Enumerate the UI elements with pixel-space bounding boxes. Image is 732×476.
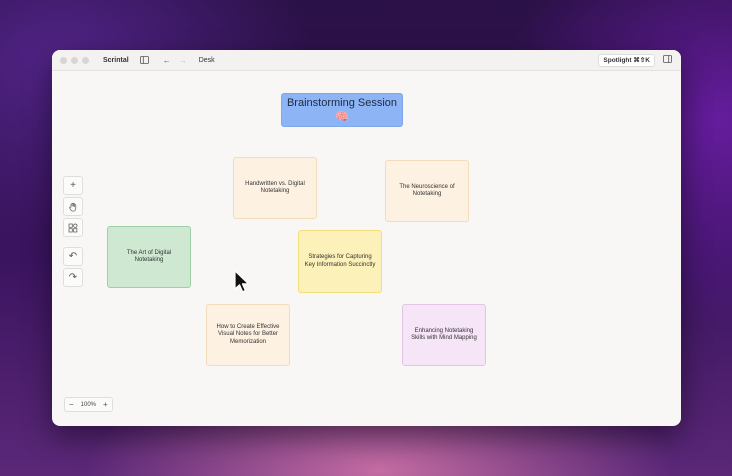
shapes-icon[interactable] <box>63 218 83 237</box>
canvas[interactable]: Brainstorming Session 🧠 Handwritten vs. … <box>52 71 681 426</box>
plus-icon[interactable]: + <box>63 176 83 195</box>
title-bar: Scrintal ← → Desk Spotlight ⌘⇧K <box>52 50 681 71</box>
note-neuroscience[interactable]: The Neuroscience of Notetaking <box>385 160 469 222</box>
forward-arrow-icon[interactable]: → <box>177 54 189 66</box>
zoom-level: 100% <box>80 401 97 408</box>
zoom-out-button[interactable]: − <box>69 400 74 409</box>
document-title: Desk <box>198 56 215 64</box>
zoom-control: − 100% + <box>64 397 113 412</box>
mouse-pointer-icon <box>234 270 249 293</box>
note-mind-mapping[interactable]: Enhancing Notetaking Skills with Mind Ma… <box>402 304 486 366</box>
minimize-window-button[interactable] <box>71 56 78 64</box>
redo-icon[interactable]: ↷ <box>63 268 83 287</box>
app-window: Scrintal ← → Desk Spotlight ⌘⇧K Brainsto… <box>52 50 681 426</box>
undo-icon[interactable]: ↶ <box>63 247 83 266</box>
hand-icon[interactable] <box>63 197 83 216</box>
back-arrow-icon[interactable]: ← <box>161 54 173 66</box>
maximize-window-button[interactable] <box>82 56 89 64</box>
close-window-button[interactable] <box>60 56 67 64</box>
note-art-of-digital[interactable]: The Art of Digital Notetaking <box>107 226 191 288</box>
right-panel-toggle-icon[interactable] <box>663 55 672 64</box>
note-strategies[interactable]: Strategies for Capturing Key Information… <box>298 230 382 293</box>
sidebar-toggle-icon[interactable] <box>139 54 151 66</box>
note-handwritten-vs-digital[interactable]: Handwritten vs. Digital Notetaking <box>233 157 317 219</box>
zoom-in-button[interactable]: + <box>103 400 108 409</box>
title-card[interactable]: Brainstorming Session 🧠 <box>281 93 403 127</box>
note-visual-notes[interactable]: How to Create Effective Visual Notes for… <box>206 304 290 366</box>
window-controls <box>60 56 89 64</box>
canvas-toolbar: + ↶ ↷ <box>63 176 83 287</box>
app-name: Scrintal <box>103 56 129 64</box>
spotlight-button[interactable]: Spotlight ⌘⇧K <box>598 54 655 67</box>
